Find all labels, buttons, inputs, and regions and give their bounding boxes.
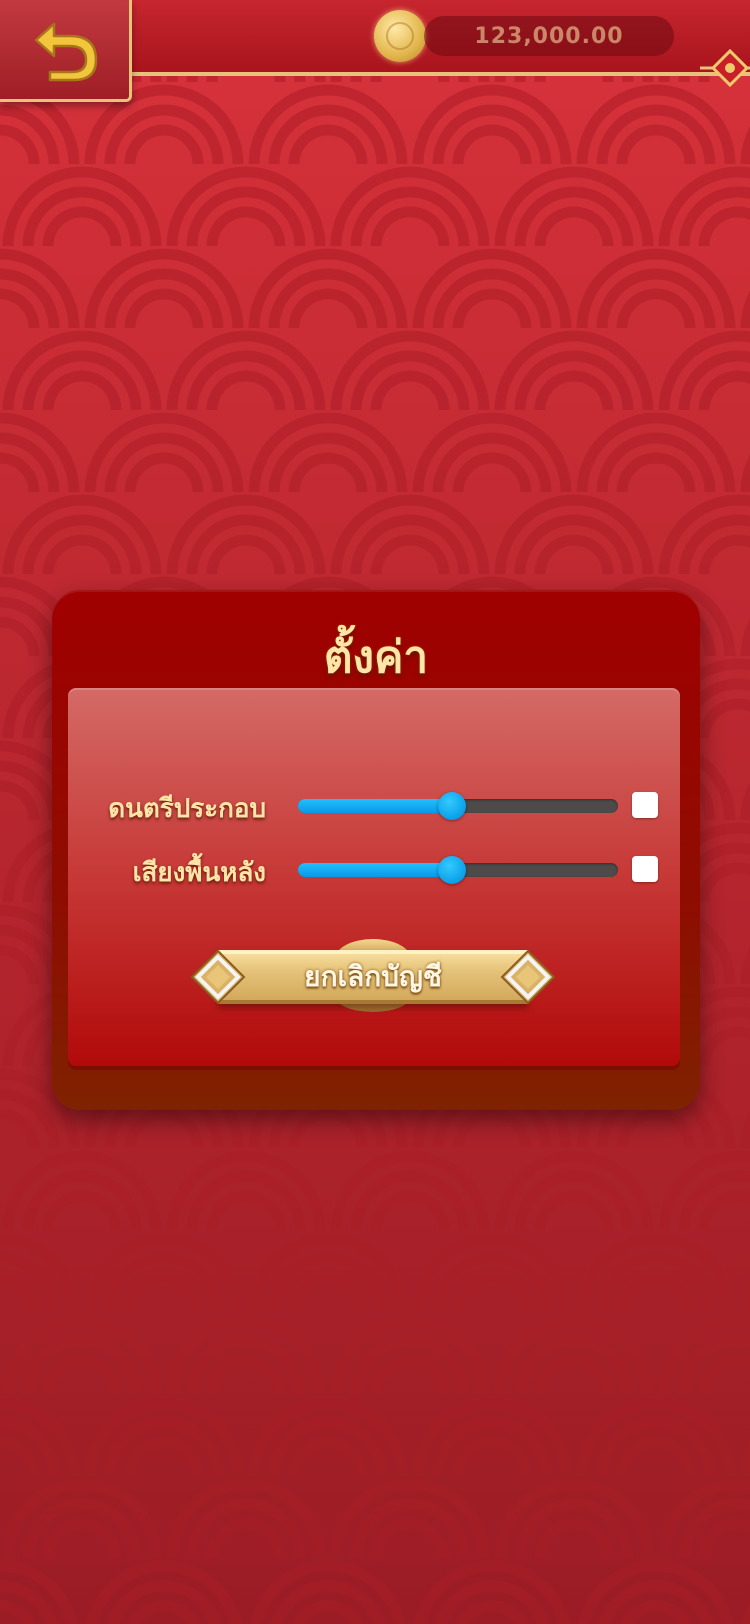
top-bar: 123,000.00 bbox=[130, 0, 750, 88]
settings-dialog: ตั้งค่า ดนตรีประกอบ เสียงพื้นหลัง ยกเลิก… bbox=[52, 590, 700, 1110]
music-volume-slider[interactable] bbox=[298, 792, 618, 820]
sound-volume-slider[interactable] bbox=[298, 856, 618, 884]
sound-setting-row: เสียงพื้นหลัง bbox=[68, 850, 680, 890]
sound-slider-thumb[interactable] bbox=[437, 856, 466, 884]
dialog-title: ตั้งค่า bbox=[323, 632, 429, 683]
balance-display: 123,000.00 bbox=[424, 16, 674, 56]
music-setting-row: ดนตรีประกอบ bbox=[68, 786, 680, 826]
sound-label: เสียงพื้นหลัง bbox=[132, 858, 266, 888]
diamond-cap-right-icon bbox=[500, 949, 556, 1005]
delete-account-label: ยกเลิกบัญชี bbox=[304, 960, 442, 993]
button-body: ยกเลิกบัญชี bbox=[218, 950, 528, 1004]
music-label: ดนตรีประกอบ bbox=[108, 794, 266, 824]
undo-arrow-icon bbox=[34, 22, 97, 81]
gold-coin-icon bbox=[374, 10, 426, 62]
delete-account-button[interactable]: ยกเลิกบัญชี bbox=[190, 939, 556, 1012]
back-button[interactable] bbox=[0, 0, 132, 102]
knot-ornament-icon bbox=[700, 48, 750, 88]
settings-screen: 123,000.00 ตั้งค่า ดนตรีประกอบ เสียงพื้น… bbox=[0, 0, 750, 1624]
settings-panel: ดนตรีประกอบ เสียงพื้นหลัง ยกเลิกบัญชี bbox=[68, 688, 680, 1066]
music-slider-thumb[interactable] bbox=[437, 792, 466, 820]
sound-slider-fill bbox=[298, 863, 452, 877]
music-mute-checkbox[interactable] bbox=[632, 792, 658, 818]
diamond-cap-left-icon bbox=[190, 949, 246, 1005]
sound-mute-checkbox[interactable] bbox=[632, 856, 658, 882]
music-slider-fill bbox=[298, 799, 452, 813]
